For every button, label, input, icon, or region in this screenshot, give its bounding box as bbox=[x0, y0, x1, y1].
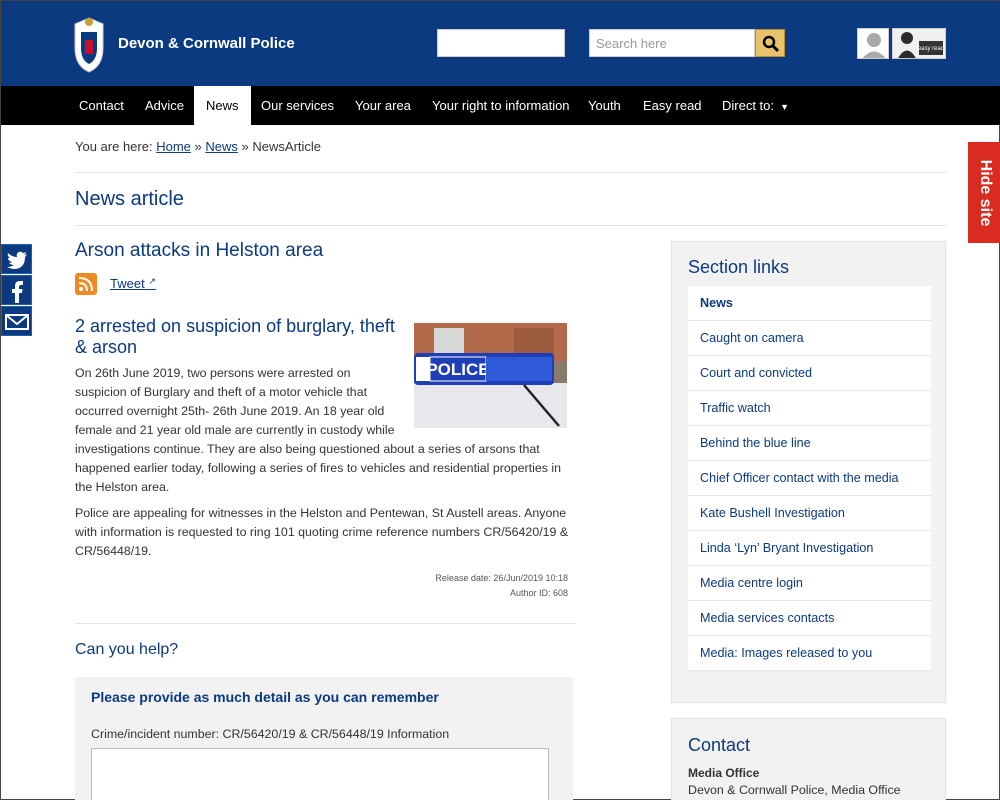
page-title: News article bbox=[75, 188, 184, 210]
site-header: Devon & Cornwall Police Search here easy… bbox=[1, 1, 1000, 86]
breadcrumb-separator: » bbox=[241, 139, 249, 154]
section-link-behind-the-blue-line[interactable]: Behind the blue line bbox=[688, 426, 931, 461]
breadcrumb-home-link[interactable]: Home bbox=[156, 139, 191, 154]
contact-subtitle: Media Office bbox=[688, 766, 760, 780]
section-links-list: News Caught on camera Court and convicte… bbox=[688, 286, 931, 671]
main-nav: Contact Advice News Our services Your ar… bbox=[1, 86, 1000, 125]
section-link-chief-officer-contact[interactable]: Chief Officer contact with the media bbox=[688, 461, 931, 496]
svg-text:easy read: easy read bbox=[918, 46, 944, 52]
divider bbox=[75, 623, 575, 624]
nav-our-services[interactable]: Our services bbox=[261, 86, 334, 125]
can-you-help-title: Can you help? bbox=[75, 641, 179, 658]
section-link-traffic-watch[interactable]: Traffic watch bbox=[688, 391, 931, 426]
nav-news[interactable]: News bbox=[194, 86, 251, 125]
breadcrumb: You are here: Home » News » NewsArticle bbox=[75, 139, 321, 154]
tweet-label: Tweet bbox=[110, 276, 145, 291]
search-button[interactable] bbox=[755, 29, 785, 57]
section-link-caught-on-camera[interactable]: Caught on camera bbox=[688, 321, 931, 356]
section-link-media-services-contacts[interactable]: Media services contacts bbox=[688, 601, 931, 636]
information-textarea[interactable] bbox=[91, 748, 549, 800]
easy-read-icon: easy read bbox=[893, 29, 945, 58]
hide-site-button[interactable]: Hide site bbox=[968, 142, 1000, 243]
release-date: Release date: 26/Jun/2019 10:18 bbox=[435, 573, 568, 583]
envelope-icon bbox=[5, 314, 29, 330]
rss-feed-button[interactable] bbox=[75, 273, 97, 295]
blank-input-field[interactable] bbox=[437, 29, 565, 57]
contact-panel: Contact Media Office Devon & Cornwall Po… bbox=[671, 718, 946, 800]
divider bbox=[75, 172, 947, 173]
breadcrumb-news-link[interactable]: News bbox=[205, 139, 238, 154]
section-links-title: Section links bbox=[688, 257, 790, 277]
witness-form: Please provide as much detail as you can… bbox=[75, 677, 573, 800]
nav-advice[interactable]: Advice bbox=[145, 86, 184, 125]
facebook-icon bbox=[12, 281, 23, 303]
contact-address-line: Devon & Cornwall Police, Media Office bbox=[688, 783, 901, 797]
twitter-share-button[interactable] bbox=[1, 244, 32, 274]
search-input[interactable]: Search here bbox=[589, 29, 755, 57]
nav-contact[interactable]: Contact bbox=[79, 86, 124, 125]
easy-read-button[interactable]: easy read bbox=[892, 28, 946, 59]
section-link-news[interactable]: News bbox=[688, 286, 931, 321]
hide-site-label: Hide site bbox=[976, 159, 994, 226]
breadcrumb-separator: » bbox=[194, 139, 202, 154]
nav-right-to-information[interactable]: Your right to information bbox=[432, 86, 570, 125]
twitter-icon bbox=[7, 251, 27, 269]
article-headline: 2 arrested on suspicion of burglary, the… bbox=[75, 316, 395, 357]
person-icon bbox=[862, 33, 886, 58]
section-link-court-and-convicted[interactable]: Court and convicted bbox=[688, 356, 931, 391]
article-paragraph-2: Police are appealing for witnesses in th… bbox=[75, 506, 569, 558]
article-paragraph-1b: investigations continue. They are also b… bbox=[75, 442, 562, 494]
police-car-image: POLICE bbox=[414, 323, 567, 428]
nav-your-area[interactable]: Your area bbox=[355, 86, 411, 125]
email-share-button[interactable] bbox=[1, 306, 32, 336]
police-crest-icon[interactable] bbox=[67, 14, 111, 76]
article-title: Arson attacks in Helston area bbox=[75, 240, 324, 261]
nav-youth[interactable]: Youth bbox=[588, 86, 621, 125]
rss-icon bbox=[78, 277, 93, 292]
section-links-panel: Section links News Caught on camera Cour… bbox=[671, 241, 946, 703]
contact-title: Contact bbox=[688, 735, 751, 755]
site-name[interactable]: Devon & Cornwall Police bbox=[118, 35, 295, 52]
form-field-label: Crime/incident number: CR/56420/19 & CR/… bbox=[91, 727, 450, 741]
section-link-media-centre-login[interactable]: Media centre login bbox=[688, 566, 931, 601]
svg-text:POLICE: POLICE bbox=[426, 360, 489, 379]
facebook-share-button[interactable] bbox=[1, 275, 32, 305]
nav-direct-to[interactable]: Direct to: ▼ bbox=[722, 86, 789, 125]
divider bbox=[75, 225, 947, 226]
article-paragraph-1a: On 26th June 2019, two persons were arre… bbox=[75, 366, 395, 437]
search-icon bbox=[762, 35, 780, 53]
breadcrumb-current: NewsArticle bbox=[252, 139, 322, 154]
breadcrumb-prefix: You are here: bbox=[75, 139, 153, 154]
nav-direct-to-label: Direct to: bbox=[722, 98, 775, 113]
section-link-kate-bushell[interactable]: Kate Bushell Investigation bbox=[688, 496, 931, 531]
external-link-icon: ↗ bbox=[148, 276, 156, 286]
tweet-link[interactable]: Tweet ↗ bbox=[110, 276, 156, 291]
form-heading: Please provide as much detail as you can… bbox=[91, 689, 439, 705]
profile-avatar[interactable] bbox=[857, 28, 889, 59]
author-id: Author ID: 608 bbox=[509, 588, 568, 598]
caret-down-icon: ▼ bbox=[777, 102, 790, 112]
nav-easy-read[interactable]: Easy read bbox=[643, 86, 702, 125]
section-link-media-images[interactable]: Media: Images released to you bbox=[688, 636, 931, 671]
section-link-linda-bryant[interactable]: Linda ‘Lyn’ Bryant Investigation bbox=[688, 531, 931, 566]
